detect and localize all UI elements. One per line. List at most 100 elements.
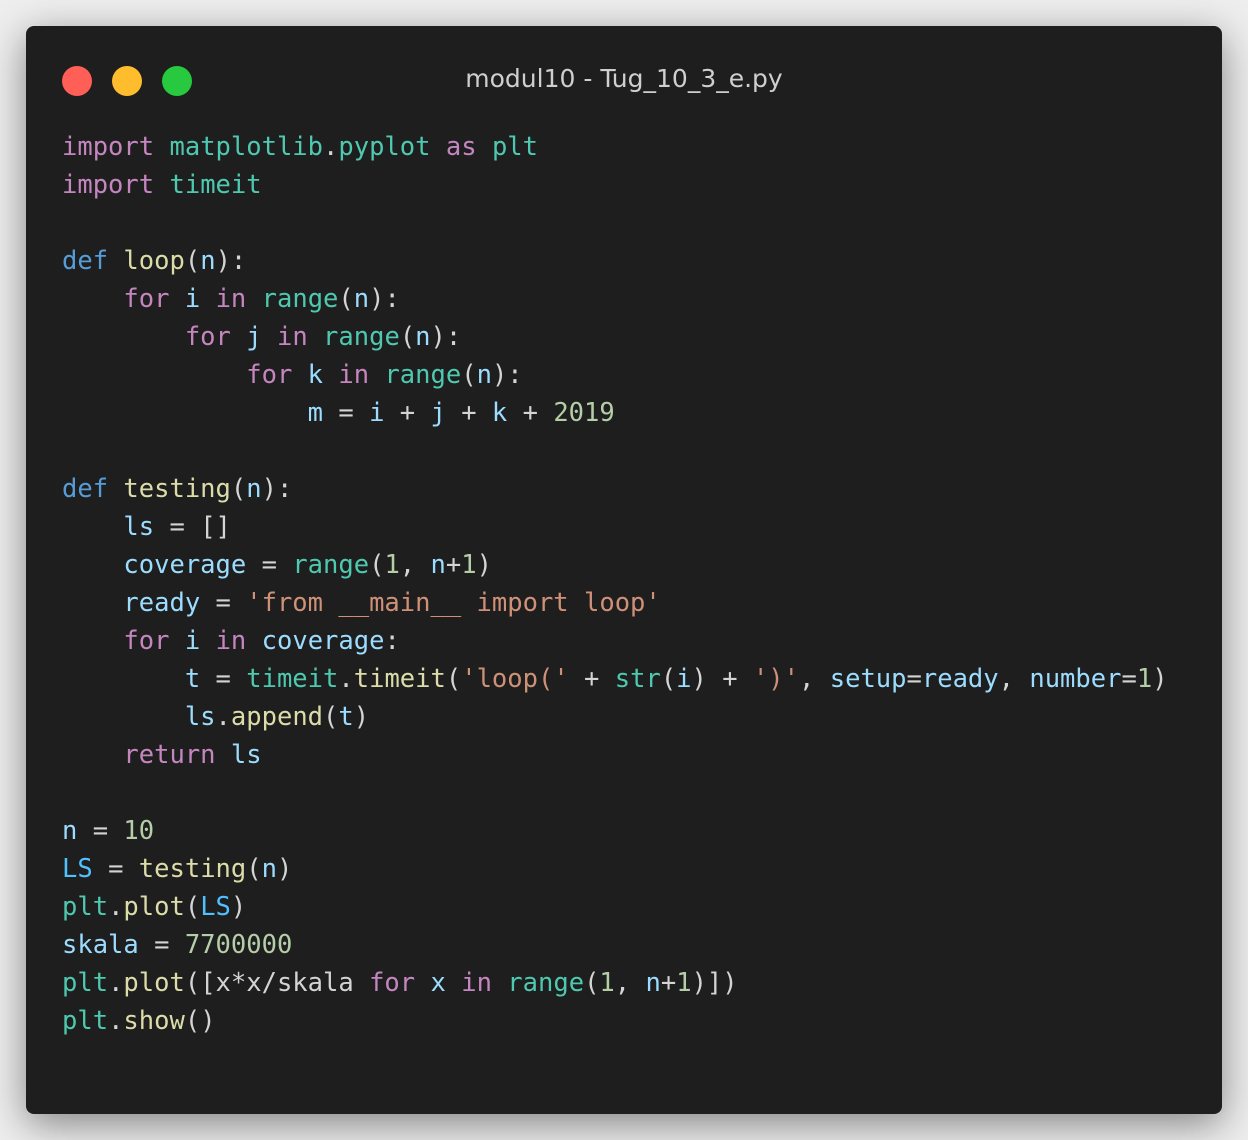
code-token: testing [138, 854, 247, 884]
code-token: coverage [261, 626, 385, 656]
code-token: = [1121, 664, 1137, 694]
code-line: import timeit [62, 166, 1168, 204]
code-token: 1 [384, 550, 400, 580]
code-token: , [399, 550, 431, 580]
code-token: ) [353, 702, 370, 732]
code-line: n = 10 [62, 812, 1168, 850]
code-token: ls [230, 740, 262, 770]
code-token: : [384, 626, 400, 656]
code-token: pyplot [338, 132, 431, 162]
code-token: . [323, 132, 339, 162]
code-token: i [676, 664, 692, 694]
code-token: ( [584, 968, 600, 998]
code-token: ( [369, 550, 385, 580]
code-token: )]) [691, 968, 738, 998]
code-token: ( [461, 360, 477, 390]
code-token: = [200, 588, 247, 618]
code-line: LS = testing(n) [62, 850, 1168, 888]
code-token: 'loop(' [461, 664, 569, 694]
code-token: j [246, 322, 262, 352]
code-token: in [215, 626, 247, 656]
code-line: coverage = range(1, n+1) [62, 546, 1168, 584]
code-line: m = i + j + k + 2019 [62, 394, 1168, 432]
code-line: import matplotlib.pyplot as plt [62, 128, 1168, 166]
code-token: k [307, 360, 324, 390]
code-token: n [645, 968, 661, 998]
code-token: = [92, 854, 139, 884]
code-token: ): [430, 322, 462, 352]
code-token: ( [230, 474, 247, 504]
code-line: ls = [] [62, 508, 1168, 546]
code-token: t [184, 664, 201, 694]
code-token: plt [491, 132, 538, 162]
code-token: ([x*x/skala [184, 968, 370, 998]
code-line: ready = 'from __main__ import loop' [62, 584, 1168, 622]
code-token: def [62, 474, 109, 504]
code-line: for i in coverage: [62, 622, 1168, 660]
code-token: . [108, 892, 124, 922]
code-token: 10 [123, 816, 155, 846]
code-token: i [184, 626, 201, 656]
code-token: 1 [676, 968, 692, 998]
code-token: for [246, 360, 293, 390]
code-token: 'from __main__ import loop' [246, 588, 661, 618]
code-token: ')' [752, 664, 800, 694]
code-token: . [108, 968, 124, 998]
code-token: n [62, 816, 78, 846]
code-token: + [445, 398, 492, 428]
code-token: plot [123, 892, 185, 922]
code-token: ( [246, 854, 262, 884]
code-token: in [276, 322, 308, 352]
code-token: ( [445, 664, 462, 694]
code-token: 1 [461, 550, 477, 580]
code-token: ls [184, 702, 216, 732]
code-token: ) + [691, 664, 753, 694]
code-token: coverage [123, 550, 247, 580]
code-token: = [200, 664, 247, 694]
code-token: ( [660, 664, 677, 694]
code-token: k [491, 398, 508, 428]
code-token: n [415, 322, 431, 352]
code-token: 1 [1136, 664, 1153, 694]
code-line: return ls [62, 736, 1168, 774]
code-token: str [614, 664, 661, 694]
code-token: ( [184, 246, 201, 276]
code-token: n [246, 474, 262, 504]
code-token: range [261, 284, 339, 314]
code-token: = [77, 816, 124, 846]
code-token: i [184, 284, 201, 314]
code-token: = [] [154, 512, 231, 542]
code-token: . [338, 664, 354, 694]
code-line: for k in range(n): [62, 356, 1168, 394]
code-token: in [215, 284, 247, 314]
code-token: + [568, 664, 615, 694]
code-token: plot [123, 968, 185, 998]
code-line: plt.plot(LS) [62, 888, 1168, 926]
code-token: timeit [246, 664, 339, 694]
code-token: LS [62, 854, 93, 884]
code-token: ) [230, 892, 247, 922]
code-token: = [138, 930, 185, 960]
